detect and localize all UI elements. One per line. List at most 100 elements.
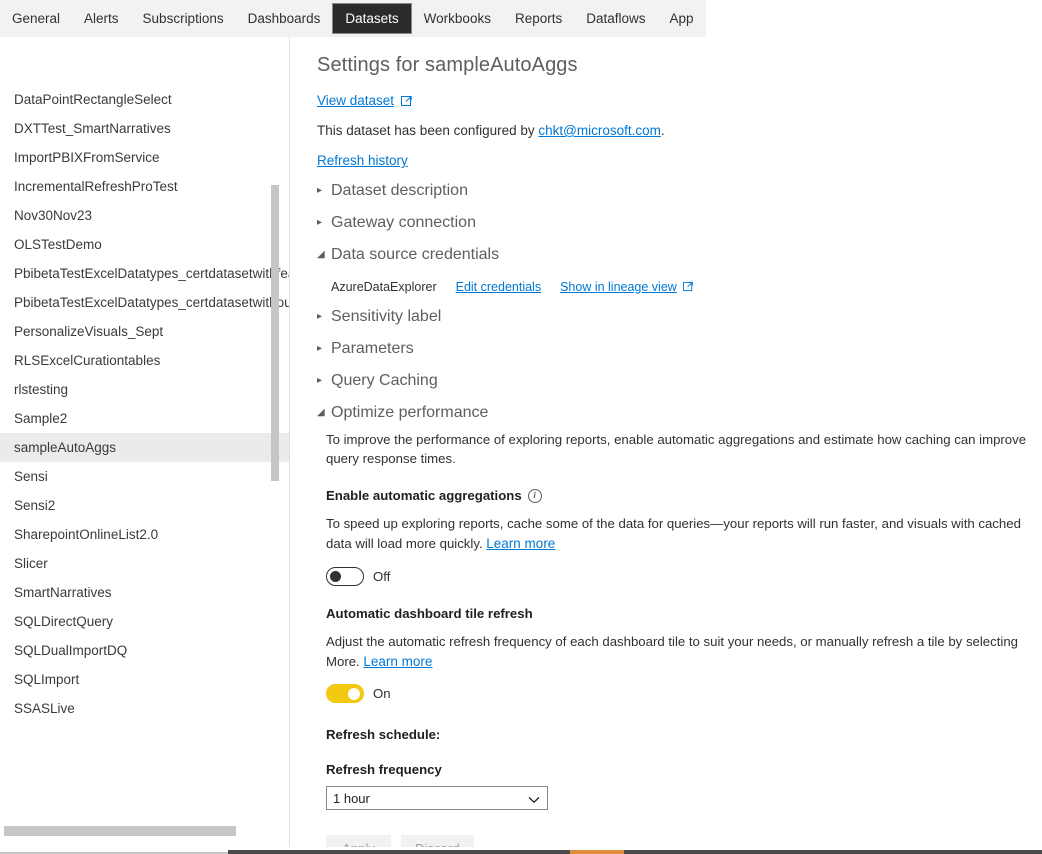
auto-aggregations-toggle[interactable]	[326, 566, 364, 586]
tab-app[interactable]: App	[657, 0, 706, 37]
data-source-name: AzureDataExplorer	[331, 280, 437, 294]
chevron-collapsed-icon: ▸	[317, 185, 323, 196]
refresh-frequency-select[interactable]: 15 minutes30 minutes1 hour1 day1 week	[326, 786, 548, 811]
external-link-icon	[401, 95, 413, 107]
tile-refresh-learn-more-link[interactable]: Learn more	[363, 654, 432, 669]
dataset-list-item-selected[interactable]: sampleAutoAggs	[0, 433, 289, 462]
dataset-list-panel: DataPointRectangleSelect DXTTest_SmartNar…	[0, 37, 290, 854]
strip-seg-dark-right	[858, 850, 1042, 854]
accordion-label: Sensitivity label	[331, 308, 442, 325]
accordion-label: Data source credentials	[331, 246, 500, 263]
dataset-list-item[interactable]: SmartNarratives	[0, 578, 289, 607]
optimize-performance-description: To improve the performance of exploring …	[326, 432, 1027, 466]
accordion-parameters[interactable]: ▸ Parameters	[317, 340, 1032, 358]
dataset-list-item[interactable]: ImportPBIXFromService	[0, 143, 289, 172]
info-icon[interactable]: i	[527, 488, 542, 503]
auto-aggregations-description: To speed up exploring reports, cache som…	[326, 515, 1032, 553]
dataset-list-item[interactable]: SQLDirectQuery	[0, 607, 289, 636]
accordion-label: Query Caching	[331, 372, 438, 389]
accordion-label: Gateway connection	[331, 214, 476, 231]
accordion-label: Optimize performance	[331, 404, 489, 421]
tab-label: Dashboards	[247, 11, 321, 26]
configured-by-email-link[interactable]: chkt@microsoft.com	[538, 123, 660, 138]
dataset-list-item[interactable]: IncrementalRefreshProTest	[0, 172, 289, 201]
data-source-credentials-row: AzureDataExplorer Edit credentials Show …	[331, 280, 1032, 294]
tab-dataflows[interactable]: Dataflows	[574, 0, 658, 37]
tab-label: Workbooks	[423, 11, 491, 26]
tab-label: General	[12, 11, 61, 26]
tab-label: Reports	[514, 11, 563, 26]
dataset-list-item[interactable]: PbibetaTestExcelDatatypes_certdatasetwit…	[0, 288, 289, 317]
dataset-list: DataPointRectangleSelect DXTTest_SmartNar…	[0, 37, 289, 723]
refresh-frequency-label: Refresh frequency	[326, 762, 442, 778]
configured-suffix: .	[660, 123, 665, 138]
view-dataset-link[interactable]: View dataset	[317, 93, 394, 108]
view-dataset-row: View dataset	[317, 93, 1032, 108]
settings-content-panel: Settings for sampleAutoAggs View dataset…	[290, 37, 1042, 854]
auto-aggregations-description-text: To speed up exploring reports, cache som…	[326, 516, 1021, 552]
dataset-list-item[interactable]: OLSTestDemo	[0, 230, 289, 259]
tab-label: Dataflows	[586, 11, 646, 26]
auto-aggregations-learn-more-link[interactable]: Learn more	[486, 536, 555, 551]
tab-label: App	[669, 11, 694, 26]
tab-label: Datasets	[345, 11, 399, 26]
bottom-chrome-strip	[0, 847, 1042, 854]
dataset-list-item[interactable]: PbibetaTestExcelDatatypes_certdatasetwit…	[0, 259, 289, 288]
dataset-list-item[interactable]: rlstesting	[0, 375, 289, 404]
auto-aggregations-toggle-row: Off	[326, 566, 1032, 586]
enable-automatic-aggregations-label: Enable automatic aggregations	[326, 488, 522, 504]
configured-by-text: This dataset has been configured by chkt…	[317, 123, 1032, 138]
refresh-history-row: Refresh history	[317, 153, 1032, 168]
dataset-list-item[interactable]: DXTTest_SmartNarratives	[0, 114, 289, 143]
accordion-sensitivity-label[interactable]: ▸ Sensitivity label	[317, 308, 1032, 326]
power-bi-settings-window: General Alerts Subscriptions Dashboards …	[0, 0, 1042, 854]
tile-refresh-toggle[interactable]	[326, 684, 364, 704]
dataset-list-item[interactable]: RLSExcelCurationtables	[0, 346, 289, 375]
accordion-label: Dataset description	[331, 182, 468, 199]
dataset-list-item[interactable]: Sensi2	[0, 491, 289, 520]
sidebar-vertical-scrollbar-thumb[interactable]	[271, 185, 279, 481]
chevron-collapsed-icon: ▸	[317, 311, 323, 322]
dataset-list-item[interactable]: SharepointOnlineList2.0	[0, 520, 289, 549]
accordion-dataset-description[interactable]: ▸ Dataset description	[317, 182, 1032, 200]
toggle-knob	[330, 570, 341, 582]
toggle-knob	[348, 688, 360, 701]
tab-dashboards[interactable]: Dashboards	[235, 0, 333, 37]
tab-reports[interactable]: Reports	[502, 0, 575, 37]
dataset-list-item[interactable]: PersonalizeVisuals_Sept	[0, 317, 289, 346]
tile-refresh-toggle-row: On	[326, 684, 1032, 704]
accordion-query-caching[interactable]: ▸ Query Caching	[317, 372, 1032, 390]
tab-alerts[interactable]: Alerts	[72, 0, 131, 37]
refresh-history-link[interactable]: Refresh history	[317, 153, 408, 168]
dataset-list-item[interactable]: Sample2	[0, 404, 289, 433]
configured-prefix: This dataset has been configured by	[317, 123, 539, 138]
chevron-expanded-icon: ◢	[317, 407, 325, 418]
dataset-list-item[interactable]: Nov30Nov23	[0, 201, 289, 230]
dataset-list-item[interactable]: SQLDualImportDQ	[0, 636, 289, 665]
accordion-optimize-performance[interactable]: ◢ Optimize performance	[317, 404, 1032, 422]
dataset-list-item[interactable]: SQLImport	[0, 665, 289, 694]
tile-refresh-toggle-state: On	[373, 686, 391, 702]
dataset-list-item[interactable]: DataPointRectangleSelect	[0, 85, 289, 114]
strip-seg-dark	[228, 850, 858, 854]
sidebar-horizontal-scrollbar-thumb[interactable]	[4, 826, 236, 836]
show-in-lineage-view-link[interactable]: Show in lineage view	[560, 280, 677, 294]
dataset-list-item[interactable]: Sensi	[0, 462, 289, 491]
strip-seg-accent	[570, 850, 624, 854]
tab-subscriptions[interactable]: Subscriptions	[130, 0, 236, 37]
accordion-gateway-connection[interactable]: ▸ Gateway connection	[317, 214, 1032, 232]
tab-label: Alerts	[84, 11, 119, 26]
chevron-collapsed-icon: ▸	[317, 343, 323, 354]
accordion-data-source-credentials[interactable]: ◢ Data source credentials	[317, 246, 1032, 264]
tab-datasets[interactable]: Datasets	[332, 3, 412, 34]
dataset-list-item[interactable]: Slicer	[0, 549, 289, 578]
tab-general[interactable]: General	[0, 0, 73, 37]
workspace-tabbar: General Alerts Subscriptions Dashboards …	[0, 0, 706, 37]
page-title: Settings for sampleAutoAggs	[317, 54, 578, 76]
enable-automatic-aggregations-label-row: Enable automatic aggregations i	[326, 488, 1032, 503]
dataset-list-item[interactable]: SSASLive	[0, 694, 289, 723]
tab-label: Subscriptions	[142, 11, 224, 26]
chevron-collapsed-icon: ▸	[317, 217, 323, 228]
edit-credentials-link[interactable]: Edit credentials	[456, 280, 541, 294]
tab-workbooks[interactable]: Workbooks	[411, 0, 503, 37]
